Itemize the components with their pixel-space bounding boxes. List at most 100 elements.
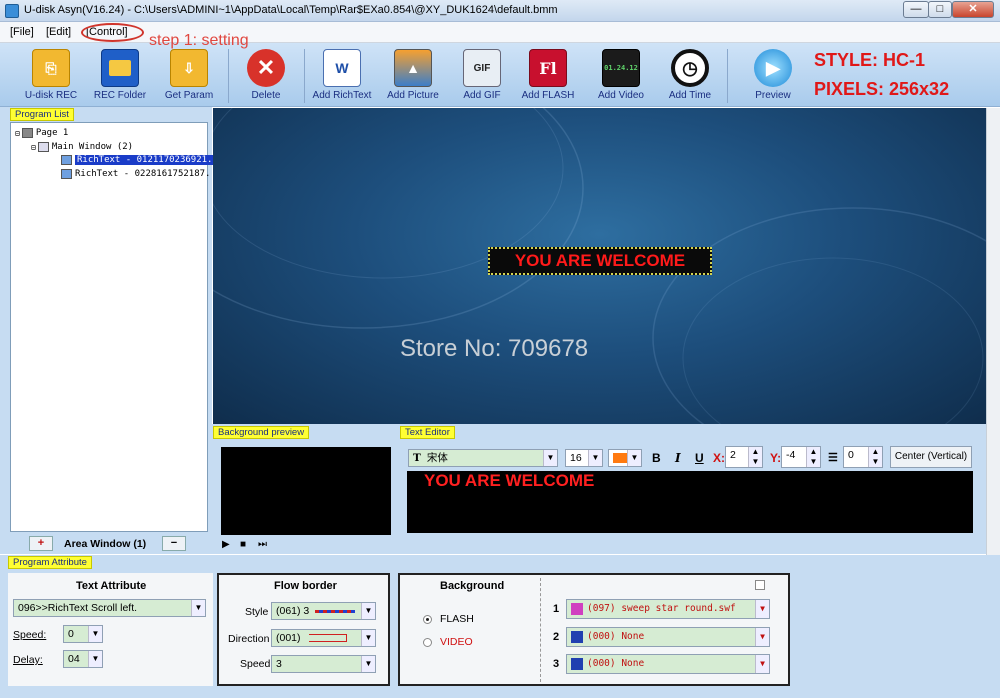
remove-area-button[interactable]: −: [162, 536, 186, 551]
toolbar-separator: [304, 49, 305, 103]
add-flash-button[interactable]: Fl Add FLASH: [515, 47, 581, 105]
delete-icon: ✕: [247, 49, 285, 87]
app-icon: [5, 4, 19, 18]
tree-node-window[interactable]: ⊟ Main Window (2): [31, 141, 133, 153]
add-richtext-button[interactable]: W Add RichText: [309, 47, 375, 105]
speed-select-value: 0: [68, 628, 74, 640]
bg-row-2-select[interactable]: (000) None ▼: [566, 627, 770, 647]
underline-button[interactable]: U: [695, 451, 704, 465]
editor-toolbar: T 宋体 ▼ 16 ▼ ▼ B I U X: 2 ▲ ▼ Y: -4 ▲ ▼ ☰ 0 …: [407, 444, 973, 470]
richtext-icon: [61, 155, 72, 165]
center-vertical-button[interactable]: Center (Vertical): [890, 446, 972, 468]
rec-folder-button[interactable]: REC Folder: [87, 47, 153, 105]
font-select[interactable]: T 宋体 ▼: [408, 449, 558, 467]
chevron-down-icon: ▼: [588, 450, 602, 466]
program-attribute-label: Program Attribute: [8, 556, 92, 569]
font-icon: T: [413, 452, 421, 464]
add-area-button[interactable]: +: [29, 536, 53, 551]
text-editor-content[interactable]: YOU ARE WELCOME: [424, 471, 594, 491]
add-picture-button[interactable]: ▲ Add Picture: [380, 47, 446, 105]
flow-speed-select[interactable]: 3 ▼: [271, 655, 376, 673]
y-offset-value: -4: [786, 449, 796, 461]
background-checkbox[interactable]: [755, 580, 765, 590]
color-select[interactable]: ▼: [608, 449, 642, 467]
tree-node-richtext-1[interactable]: RichText - 0121170236921.: [61, 154, 215, 166]
background-preview-label: Background preview: [213, 426, 310, 439]
stop-control-icon[interactable]: ■: [240, 539, 246, 550]
x-offset-input[interactable]: 2 ▲ ▼: [725, 446, 763, 468]
collapse-icon: ⊟: [15, 128, 20, 138]
bg-row-3-select[interactable]: (000) None ▼: [566, 654, 770, 674]
program-tree: ⊟ Page 1 ⊟ Main Window (2) RichText - 01…: [10, 122, 215, 532]
bg-row-3-value: (000) None: [587, 658, 645, 669]
flash-file-icon: [571, 602, 583, 615]
richtext-icon: [61, 169, 72, 179]
bold-button[interactable]: B: [652, 451, 661, 465]
gif-icon: GIF: [463, 49, 501, 87]
add-video-button[interactable]: 01.24.12 Add Video: [588, 47, 654, 105]
text-attribute-title: Text Attribute: [76, 580, 147, 592]
chevron-down-icon: ▼: [627, 450, 641, 466]
font-size-select[interactable]: 16 ▼: [565, 449, 603, 467]
delay-select[interactable]: 04 ▼: [63, 650, 103, 668]
preview-button[interactable]: ▶ Preview: [740, 47, 806, 105]
chevron-down-icon: ▼: [755, 628, 769, 646]
menu-edit[interactable]: [Edit]: [46, 26, 71, 38]
line-spacing-input[interactable]: 0 ▲ ▼: [843, 446, 883, 468]
x-offset-value: 2: [730, 449, 736, 461]
speed-select[interactable]: 0 ▼: [63, 625, 103, 643]
store-watermark: Store No: 709678: [400, 335, 589, 362]
chevron-down-icon: ▼: [361, 656, 375, 672]
add-gif-button[interactable]: GIF Add GIF: [449, 47, 515, 105]
annotation-circle: [81, 23, 144, 42]
delete-button[interactable]: ✕ Delete: [233, 47, 299, 105]
add-gif-label: Add GIF: [463, 90, 501, 101]
video-radio-label: VIDEO: [440, 636, 473, 648]
close-button[interactable]: ✕: [952, 1, 994, 18]
speed-label: Speed:: [13, 629, 47, 641]
delete-label: Delete: [251, 90, 281, 101]
folder-icon: [101, 49, 139, 87]
rec-folder-label: REC Folder: [93, 90, 147, 101]
next-control-icon[interactable]: ⏭: [258, 539, 267, 550]
font-select-value: 宋体: [426, 452, 448, 464]
video-radio[interactable]: [423, 638, 432, 647]
flash-radio[interactable]: [423, 615, 432, 624]
title-bar: U-disk Asyn(V16.24) - C:\Users\ADMINI~1\…: [0, 0, 1000, 22]
add-flash-label: Add FLASH: [521, 90, 575, 101]
flash-icon: Fl: [529, 49, 567, 87]
tree-node-richtext-2-label: RichText - 0228161752187.: [75, 169, 211, 179]
menu-file[interactable]: [File]: [10, 26, 34, 38]
bg-row-2-number: 2: [553, 631, 560, 643]
get-param-button[interactable]: ⇩ Get Param: [156, 47, 222, 105]
tree-node-page-label: Page 1: [35, 128, 69, 138]
udisk-rec-label: U-disk REC: [24, 90, 78, 101]
tree-node-richtext-2[interactable]: RichText - 0228161752187.: [61, 168, 210, 180]
line-spacing-icon: ☰: [828, 452, 838, 464]
tree-node-window-label: Main Window (2): [51, 142, 134, 152]
add-richtext-label: Add RichText: [312, 90, 372, 101]
minimize-button[interactable]: —: [903, 1, 929, 18]
add-time-label: Add Time: [668, 90, 712, 101]
maximize-button[interactable]: □: [928, 1, 952, 18]
border-style-select[interactable]: (061) 3 ▼: [271, 602, 376, 620]
effect-select[interactable]: 096>>RichText Scroll left. ▼: [13, 599, 206, 617]
flow-border-title: Flow border: [274, 580, 337, 592]
italic-button[interactable]: I: [675, 451, 681, 465]
add-time-button[interactable]: ◷ Add Time: [657, 47, 723, 105]
bg-row-1-value: (097) sweep star round.swf: [587, 603, 736, 614]
direction-select[interactable]: (001) ▼: [271, 629, 376, 647]
border-style-label: Style: [245, 606, 269, 618]
flow-speed-label: Speed: [240, 658, 271, 670]
bg-row-1-select[interactable]: (097) sweep star round.swf ▼: [566, 599, 770, 619]
bg-row-1-number: 1: [553, 603, 560, 615]
y-offset-input[interactable]: -4 ▲ ▼: [781, 446, 821, 468]
play-control-icon[interactable]: ▶: [222, 539, 230, 550]
annotation-step-text: step 1: setting: [149, 32, 249, 49]
vertical-scrollbar[interactable]: [986, 108, 1000, 555]
tree-node-page[interactable]: ⊟ Page 1: [15, 127, 68, 139]
none-file-icon: [571, 657, 583, 670]
udisk-rec-button[interactable]: ⎘ U-disk REC: [18, 47, 84, 105]
sign-text-box[interactable]: YOU ARE WELCOME: [488, 247, 712, 275]
border-style-value: (061) 3: [276, 605, 310, 617]
